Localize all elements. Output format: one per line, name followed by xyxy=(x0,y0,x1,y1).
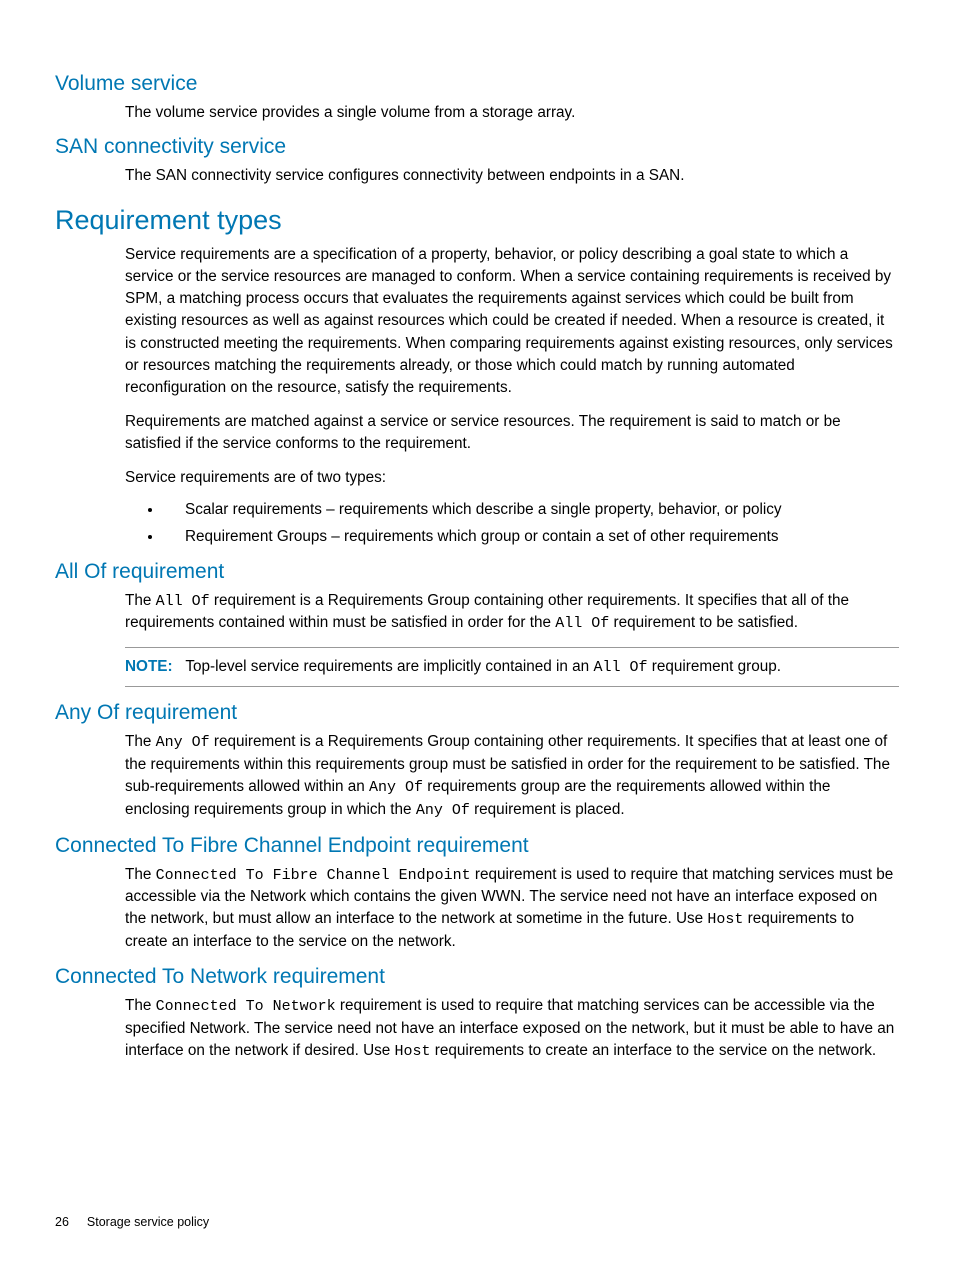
code-span: All Of xyxy=(555,615,609,632)
paragraph-fc-endpoint: The Connected To Fibre Channel Endpoint … xyxy=(125,864,899,954)
section-all-of: All Of requirement The All Of requiremen… xyxy=(55,560,899,688)
heading-any-of: Any Of requirement xyxy=(55,701,899,725)
paragraph-req-types-1: Service requirements are a specification… xyxy=(125,244,899,399)
code-span: Host xyxy=(707,911,743,928)
text-span: Top-level service requirements are impli… xyxy=(185,658,593,675)
code-span: All Of xyxy=(593,659,647,676)
section-fc-endpoint: Connected To Fibre Channel Endpoint requ… xyxy=(55,834,899,954)
code-span: Host xyxy=(395,1043,431,1060)
bullet-list-req-types: Scalar requirements – requirements which… xyxy=(163,499,899,548)
heading-all-of: All Of requirement xyxy=(55,560,899,584)
heading-san-connectivity: SAN connectivity service xyxy=(55,135,899,159)
heading-fc-endpoint: Connected To Fibre Channel Endpoint requ… xyxy=(55,834,899,858)
note-box: NOTE: Top-level service requirements are… xyxy=(125,647,899,687)
paragraph-req-types-2: Requirements are matched against a servi… xyxy=(125,411,899,455)
paragraph-any-of: The Any Of requirement is a Requirements… xyxy=(125,731,899,821)
text-span: The xyxy=(125,997,156,1014)
code-span: All Of xyxy=(156,593,210,610)
section-any-of: Any Of requirement The Any Of requiremen… xyxy=(55,701,899,821)
page-footer: 26 Storage service policy xyxy=(55,1215,209,1229)
text-span: requirement group. xyxy=(647,658,781,675)
list-item: Requirement Groups – requirements which … xyxy=(163,526,899,547)
text-span: The xyxy=(125,866,156,883)
body-volume-service: The volume service provides a single vol… xyxy=(125,102,899,123)
code-span: Connected To Network xyxy=(156,998,336,1015)
code-span: Connected To Fibre Channel Endpoint xyxy=(156,867,471,884)
section-san-connectivity: SAN connectivity service The SAN connect… xyxy=(55,135,899,186)
list-item: Scalar requirements – requirements which… xyxy=(163,499,899,520)
code-span: Any Of xyxy=(416,802,470,819)
heading-requirement-types: Requirement types xyxy=(55,205,899,236)
page-number: 26 xyxy=(55,1215,69,1229)
code-span: Any Of xyxy=(369,779,423,796)
paragraph-connected-network: The Connected To Network requirement is … xyxy=(125,995,899,1063)
heading-connected-network: Connected To Network requirement xyxy=(55,965,899,989)
section-requirement-types: Requirement types Service requirements a… xyxy=(55,205,899,548)
code-span: Any Of xyxy=(156,734,210,751)
text-span: The xyxy=(125,733,156,750)
body-san-connectivity: The SAN connectivity service configures … xyxy=(125,165,899,186)
heading-volume-service: Volume service xyxy=(55,72,899,96)
chapter-title: Storage service policy xyxy=(87,1215,209,1229)
text-span: requirements to create an interface to t… xyxy=(431,1042,877,1059)
text-span: The xyxy=(125,592,156,609)
section-connected-network: Connected To Network requirement The Con… xyxy=(55,965,899,1063)
note-label: NOTE: xyxy=(125,658,173,675)
section-volume-service: Volume service The volume service provid… xyxy=(55,72,899,123)
paragraph-req-types-3: Service requirements are of two types: xyxy=(125,467,899,488)
paragraph-all-of: The All Of requirement is a Requirements… xyxy=(125,590,899,636)
text-span: requirement to be satisfied. xyxy=(609,614,798,631)
text-span: requirement is placed. xyxy=(470,801,625,818)
